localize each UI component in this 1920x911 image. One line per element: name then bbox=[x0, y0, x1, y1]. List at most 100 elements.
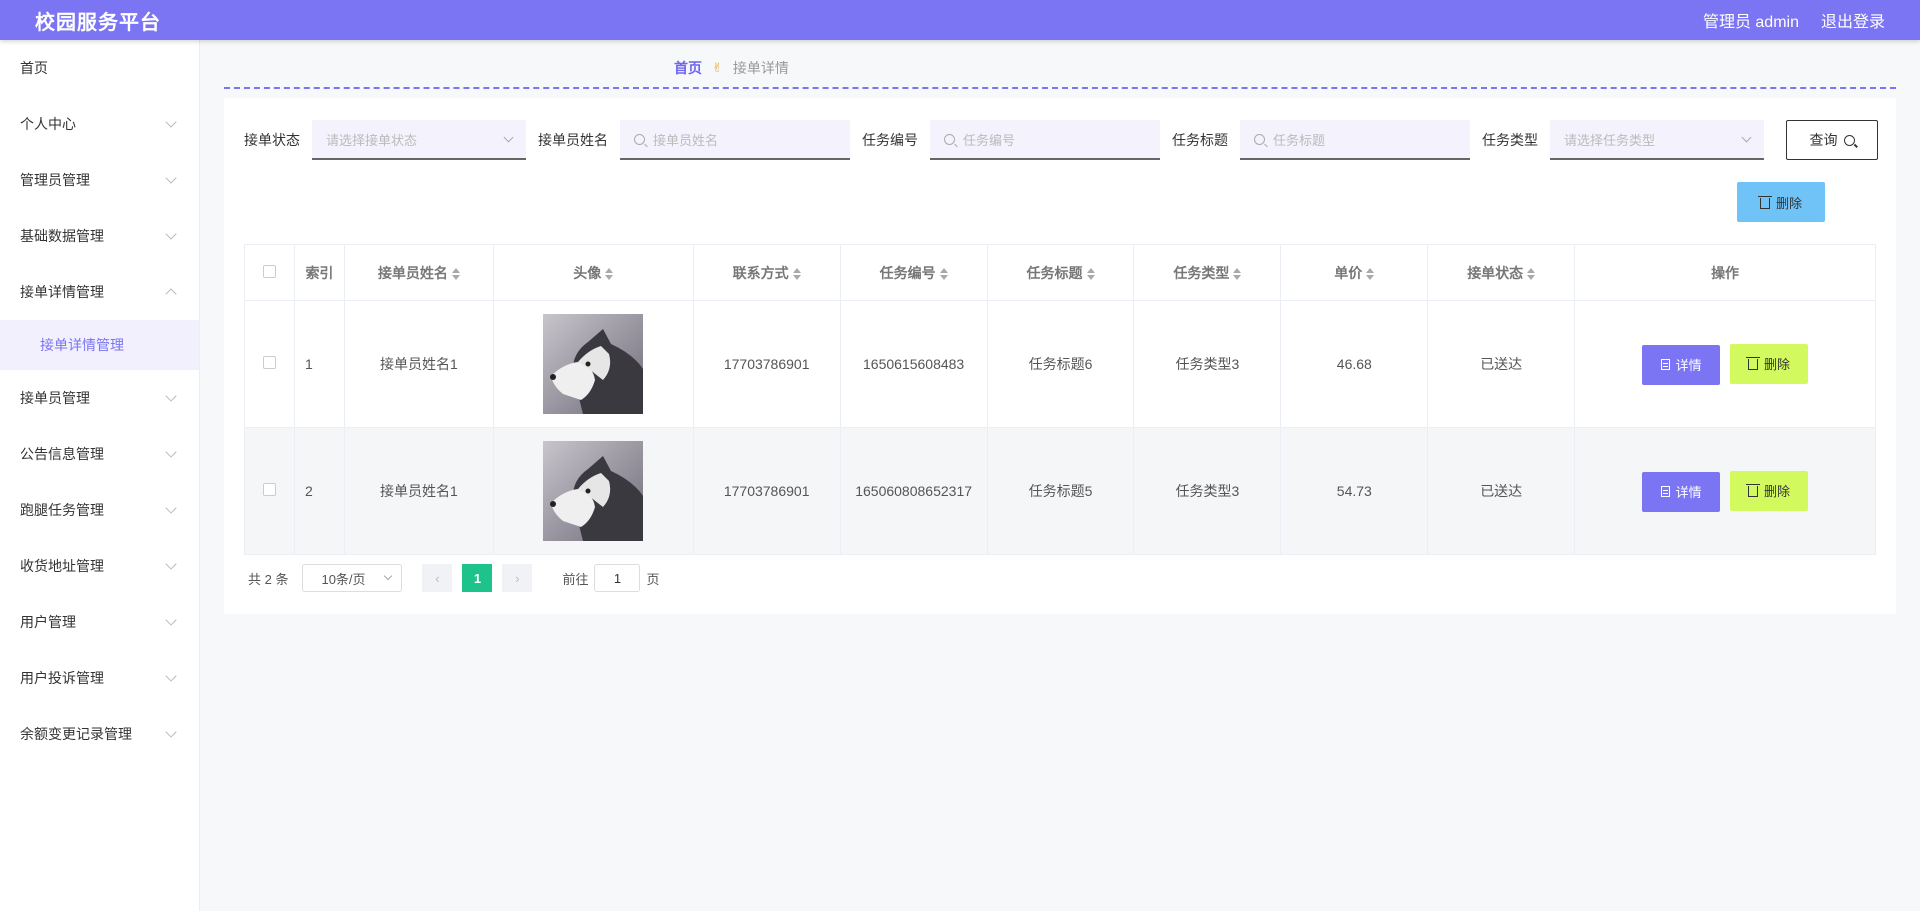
page-size-value: 10条/页 bbox=[321, 571, 366, 587]
page-number-button[interactable]: 1 bbox=[462, 564, 493, 592]
sidebar-item-label: 用户投诉管理 bbox=[20, 670, 104, 686]
breadcrumb-separator-icon: ✌ bbox=[712, 60, 723, 75]
sidebar-item-base-data[interactable]: 基础数据管理 bbox=[0, 208, 199, 264]
sort-icon[interactable] bbox=[451, 267, 460, 280]
avatar[interactable] bbox=[543, 314, 644, 414]
main-card: 接单状态 请选择接单状态 接单员姓名 接单员姓名 任务编号 任务编号 任务标题 … bbox=[224, 98, 1896, 614]
select-all-checkbox[interactable] bbox=[262, 264, 276, 278]
chevron-down-icon bbox=[165, 390, 177, 402]
sidebar-item-label: 接单详情管理 bbox=[20, 284, 104, 300]
sidebar-item-addresses[interactable]: 收货地址管理 bbox=[0, 538, 199, 594]
delete-button-label: 删除 bbox=[1763, 357, 1790, 372]
delete-button-label: 删除 bbox=[1763, 484, 1790, 499]
column-header-label: 操作 bbox=[1711, 264, 1740, 281]
bulk-delete-label: 删除 bbox=[1775, 195, 1802, 211]
sidebar-subitem-order-details[interactable]: 接单详情管理 bbox=[0, 320, 199, 370]
sidebar-item-complaints[interactable]: 用户投诉管理 bbox=[0, 650, 199, 706]
sort-icon[interactable] bbox=[1527, 267, 1536, 280]
sidebar-item-couriers[interactable]: 接单员管理 bbox=[0, 370, 199, 426]
logout-link[interactable]: 退出登录 bbox=[1821, 8, 1885, 32]
breadcrumb-home[interactable]: 首页 bbox=[674, 58, 702, 78]
column-header-phone[interactable]: 联系方式 bbox=[692, 244, 841, 301]
query-button[interactable]: 查询 bbox=[1786, 120, 1878, 160]
status-filter-label: 接单状态 bbox=[244, 132, 300, 148]
name-input[interactable]: 接单员姓名 bbox=[620, 120, 850, 160]
detail-button[interactable]: 详情 bbox=[1642, 471, 1721, 512]
column-header-name[interactable]: 接单员姓名 bbox=[343, 244, 494, 301]
sidebar-item-label: 接单员管理 bbox=[20, 390, 90, 406]
cell-price: 46.68 bbox=[1280, 300, 1429, 428]
column-header-price[interactable]: 单价 bbox=[1280, 244, 1429, 301]
sort-icon[interactable] bbox=[1233, 267, 1242, 280]
column-header-label: 单价 bbox=[1334, 264, 1363, 281]
sort-icon[interactable] bbox=[1086, 267, 1095, 280]
column-header-task-no[interactable]: 任务编号 bbox=[839, 244, 988, 301]
cell-phone: 17703786901 bbox=[692, 300, 841, 428]
sort-icon[interactable] bbox=[605, 267, 614, 280]
avatar[interactable] bbox=[543, 441, 644, 541]
cell-actions: 详情 删除 bbox=[1574, 427, 1876, 555]
sidebar-item-profile[interactable]: 个人中心 bbox=[0, 96, 199, 152]
sort-icon[interactable] bbox=[792, 267, 801, 280]
search-icon bbox=[1254, 133, 1265, 145]
search-icon bbox=[944, 133, 955, 145]
chevron-down-icon bbox=[165, 614, 177, 626]
sidebar: 首页 个人中心 管理员管理 基础数据管理 接单详情管理 接单详情管理 接单员管理… bbox=[0, 40, 200, 911]
column-header-task-title[interactable]: 任务标题 bbox=[986, 244, 1135, 301]
next-page-button[interactable]: › bbox=[502, 564, 533, 592]
column-header-label: 接单员姓名 bbox=[377, 264, 448, 281]
delete-button[interactable]: 删除 bbox=[1730, 470, 1808, 511]
bulk-delete-button[interactable]: 删除 bbox=[1737, 182, 1825, 222]
column-header-avatar[interactable]: 头像 bbox=[492, 244, 694, 301]
trash-icon bbox=[1745, 357, 1760, 370]
row-checkbox[interactable] bbox=[262, 483, 276, 496]
chevron-down-icon bbox=[1741, 132, 1752, 142]
order-details-table: 索引 接单员姓名 头像 联系方式 任务编号 任务标题 任务类型 单价 接单状态 … bbox=[244, 244, 1876, 555]
task-type-filter-label: 任务类型 bbox=[1482, 132, 1538, 148]
sidebar-item-home[interactable]: 首页 bbox=[0, 40, 199, 96]
cell-price: 54.73 bbox=[1280, 427, 1429, 555]
cell-task-type: 任务类型3 bbox=[1133, 300, 1282, 428]
task-no-input[interactable]: 任务编号 bbox=[930, 120, 1160, 160]
chevron-down-icon bbox=[165, 172, 177, 184]
sidebar-item-users[interactable]: 用户管理 bbox=[0, 594, 199, 650]
cell-actions: 详情 删除 bbox=[1574, 300, 1876, 428]
sidebar-item-label: 收货地址管理 bbox=[20, 558, 104, 574]
name-filter-label: 接单员姓名 bbox=[538, 132, 608, 148]
table-row: 2 接单员姓名1 17703786901 165060808652317 任务标… bbox=[244, 427, 1876, 555]
task-title-input[interactable]: 任务标题 bbox=[1240, 120, 1470, 160]
sort-icon[interactable] bbox=[939, 267, 948, 280]
cell-phone: 17703786901 bbox=[692, 427, 841, 555]
page-size-select[interactable]: 10条/页 bbox=[302, 564, 403, 592]
sidebar-item-balance-log[interactable]: 余额变更记录管理 bbox=[0, 706, 199, 762]
delete-button[interactable]: 删除 bbox=[1730, 343, 1808, 384]
column-header-label: 头像 bbox=[573, 264, 602, 281]
select-all-cell bbox=[244, 244, 295, 301]
status-select[interactable]: 请选择接单状态 bbox=[312, 120, 526, 160]
cell-status: 已送达 bbox=[1427, 300, 1576, 428]
detail-button[interactable]: 详情 bbox=[1642, 344, 1721, 385]
sidebar-item-errand-tasks[interactable]: 跑腿任务管理 bbox=[0, 482, 199, 538]
sidebar-item-label: 余额变更记录管理 bbox=[20, 726, 132, 742]
cell-task-type: 任务类型3 bbox=[1133, 427, 1282, 555]
cell-task-title: 任务标题5 bbox=[986, 427, 1135, 555]
cell-avatar bbox=[492, 300, 694, 428]
pagination-total: 共 2 条 bbox=[248, 571, 289, 587]
row-checkbox[interactable] bbox=[262, 356, 276, 369]
goto-page-input[interactable]: 1 bbox=[594, 564, 641, 592]
detail-button-label: 详情 bbox=[1675, 485, 1702, 500]
chevron-down-icon bbox=[165, 228, 177, 240]
sidebar-item-order-details[interactable]: 接单详情管理 bbox=[0, 264, 199, 320]
column-header-label: 联系方式 bbox=[732, 264, 789, 281]
chevron-down-icon bbox=[165, 558, 177, 570]
sidebar-item-label: 管理员管理 bbox=[20, 172, 90, 188]
task-type-select[interactable]: 请选择任务类型 bbox=[1550, 120, 1764, 160]
sidebar-item-admins[interactable]: 管理员管理 bbox=[0, 152, 199, 208]
breadcrumb-divider bbox=[224, 87, 1896, 89]
cell-task-no: 1650615608483 bbox=[839, 300, 988, 428]
column-header-status[interactable]: 接单状态 bbox=[1427, 244, 1576, 301]
sidebar-item-announcements[interactable]: 公告信息管理 bbox=[0, 426, 199, 482]
sort-icon[interactable] bbox=[1366, 267, 1375, 280]
column-header-task-type[interactable]: 任务类型 bbox=[1133, 244, 1282, 301]
prev-page-button[interactable]: ‹ bbox=[422, 564, 453, 592]
